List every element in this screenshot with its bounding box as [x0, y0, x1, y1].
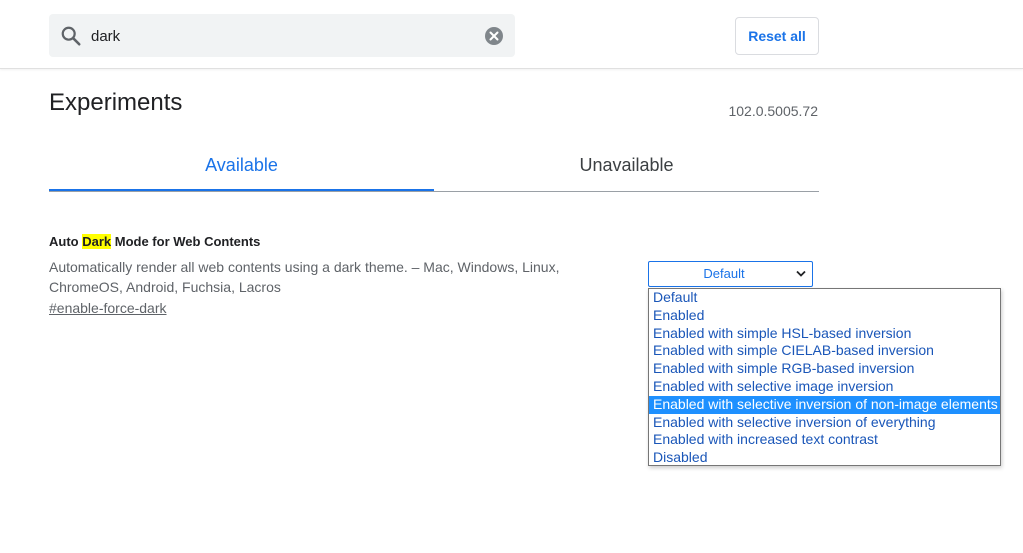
version-label: 102.0.5005.72 [728, 103, 818, 119]
tab-unavailable[interactable]: Unavailable [434, 140, 819, 190]
experiment-title: Auto Dark Mode for Web Contents [49, 233, 609, 251]
select-value: Default [703, 266, 745, 281]
option-disabled[interactable]: Disabled [649, 449, 1000, 465]
chevron-down-icon [796, 270, 806, 277]
option-selective-image-inversion[interactable]: Enabled with selective image inversion [649, 378, 1000, 396]
experiment-permalink[interactable]: #enable-force-dark [49, 300, 167, 316]
title-prefix: Auto [49, 234, 83, 249]
search-icon [61, 26, 81, 46]
option-increased-text-contrast[interactable]: Enabled with increased text contrast [649, 431, 1000, 449]
search-box[interactable] [49, 14, 515, 57]
page-title: Experiments [49, 89, 183, 116]
option-enabled[interactable]: Enabled [649, 307, 1000, 325]
search-input[interactable] [89, 20, 473, 52]
title-suffix: Mode for Web Contents [111, 234, 261, 249]
option-hsl-inversion[interactable]: Enabled with simple HSL-based inversion [649, 325, 1000, 343]
option-default[interactable]: Default [649, 289, 1000, 307]
select-dropdown-list: Default Enabled Enabled with simple HSL-… [648, 288, 1001, 466]
flags-header: Reset all [0, 0, 1023, 69]
clear-icon[interactable] [484, 26, 504, 46]
option-rgb-inversion[interactable]: Enabled with simple RGB-based inversion [649, 360, 1000, 378]
option-cielab-inversion[interactable]: Enabled with simple CIELAB-based inversi… [649, 342, 1000, 360]
reset-all-button[interactable]: Reset all [735, 17, 819, 55]
option-selective-everything-inversion[interactable]: Enabled with selective inversion of ever… [649, 414, 1000, 432]
option-selective-non-image-inversion[interactable]: Enabled with selective inversion of non-… [649, 395, 1000, 414]
experiment-card: Auto Dark Mode for Web Contents Automati… [49, 231, 609, 318]
tab-available[interactable]: Available [49, 140, 434, 191]
experiment-select[interactable]: Default [648, 261, 813, 287]
tab-bar: Available Unavailable [49, 140, 819, 192]
experiment-description: Automatically render all web contents us… [49, 259, 560, 295]
search-match-highlight: Dark [82, 234, 112, 249]
